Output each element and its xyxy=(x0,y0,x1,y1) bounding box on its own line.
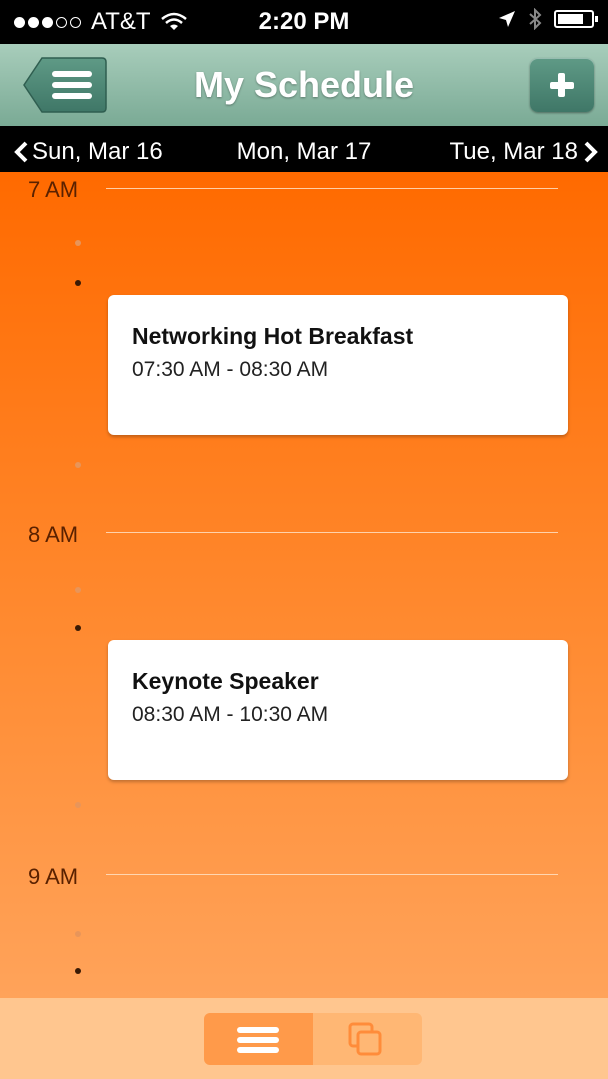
view-toggle xyxy=(204,1013,422,1065)
hour-label: 7 AM xyxy=(28,177,79,202)
page-title: My Schedule xyxy=(193,64,415,105)
time-tick xyxy=(75,280,81,286)
location-arrow-icon xyxy=(499,11,515,27)
hour-divider xyxy=(106,532,558,533)
time-tick xyxy=(75,968,81,974)
hour-divider xyxy=(106,188,558,189)
time-tick xyxy=(75,462,81,468)
list-view-button[interactable] xyxy=(204,1013,313,1065)
hour-divider xyxy=(106,874,558,875)
copy-icon xyxy=(348,1022,382,1056)
event-card[interactable]: Keynote Speaker 08:30 AM - 10:30 AM xyxy=(108,640,568,780)
time-tick xyxy=(75,931,81,937)
time-tick xyxy=(75,625,81,631)
card-view-button[interactable] xyxy=(313,1013,422,1065)
time-tick xyxy=(75,240,81,246)
schedule-timeline[interactable]: 7 AM 8 AM 9 AM Networking Hot Breakfast … xyxy=(0,172,608,998)
navigation-bar: My Schedule xyxy=(0,44,608,126)
chevron-right-icon xyxy=(584,141,598,163)
next-day-button[interactable]: Tue, Mar 18 xyxy=(450,138,599,166)
event-time: 08:30 AM - 10:30 AM xyxy=(132,703,329,726)
time-tick xyxy=(75,587,81,593)
event-title: Networking Hot Breakfast xyxy=(132,323,414,349)
hour-label: 9 AM xyxy=(28,864,79,889)
bluetooth-icon xyxy=(529,8,542,30)
add-button[interactable] xyxy=(530,58,594,112)
next-day-label: Tue, Mar 18 xyxy=(449,138,579,165)
status-right xyxy=(498,8,598,30)
hour-label: 8 AM xyxy=(28,522,79,547)
event-time: 07:30 AM - 08:30 AM xyxy=(132,358,329,381)
event-card[interactable]: Networking Hot Breakfast 07:30 AM - 08:3… xyxy=(108,295,568,435)
battery-icon xyxy=(554,10,598,28)
event-title: Keynote Speaker xyxy=(132,668,319,694)
list-icon xyxy=(237,1027,279,1053)
date-navigator: Sun, Mar 16 Mon, Mar 17 Tue, Mar 18 xyxy=(0,126,608,172)
status-bar: AT&T 2:20 PM xyxy=(0,0,608,44)
bottom-toolbar xyxy=(0,998,608,1079)
time-tick xyxy=(75,802,81,808)
